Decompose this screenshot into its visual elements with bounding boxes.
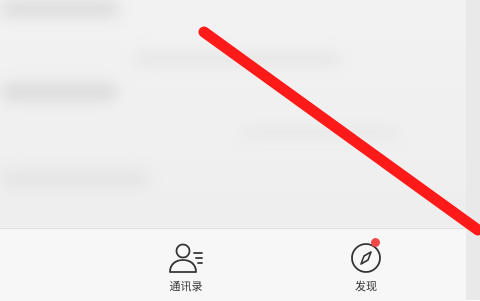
bottom-tab-bar: 通讯录 发现 — [0, 228, 466, 301]
contacts-icon — [166, 241, 206, 275]
tab-contacts[interactable]: 通讯录 — [154, 241, 218, 297]
tab-discover-label: 发现 — [355, 280, 377, 293]
blurred-text — [0, 0, 120, 18]
chat-list-blurred-area — [0, 0, 480, 228]
screen-edge — [466, 0, 480, 300]
notification-dot — [371, 238, 380, 247]
blurred-text — [132, 52, 342, 66]
blurred-text — [0, 82, 118, 102]
discover-compass-icon — [346, 238, 386, 275]
tab-contacts-label: 通讯录 — [169, 280, 203, 293]
tab-discover[interactable]: 发现 — [334, 238, 398, 297]
blurred-text — [240, 126, 400, 138]
blurred-text — [0, 170, 150, 188]
